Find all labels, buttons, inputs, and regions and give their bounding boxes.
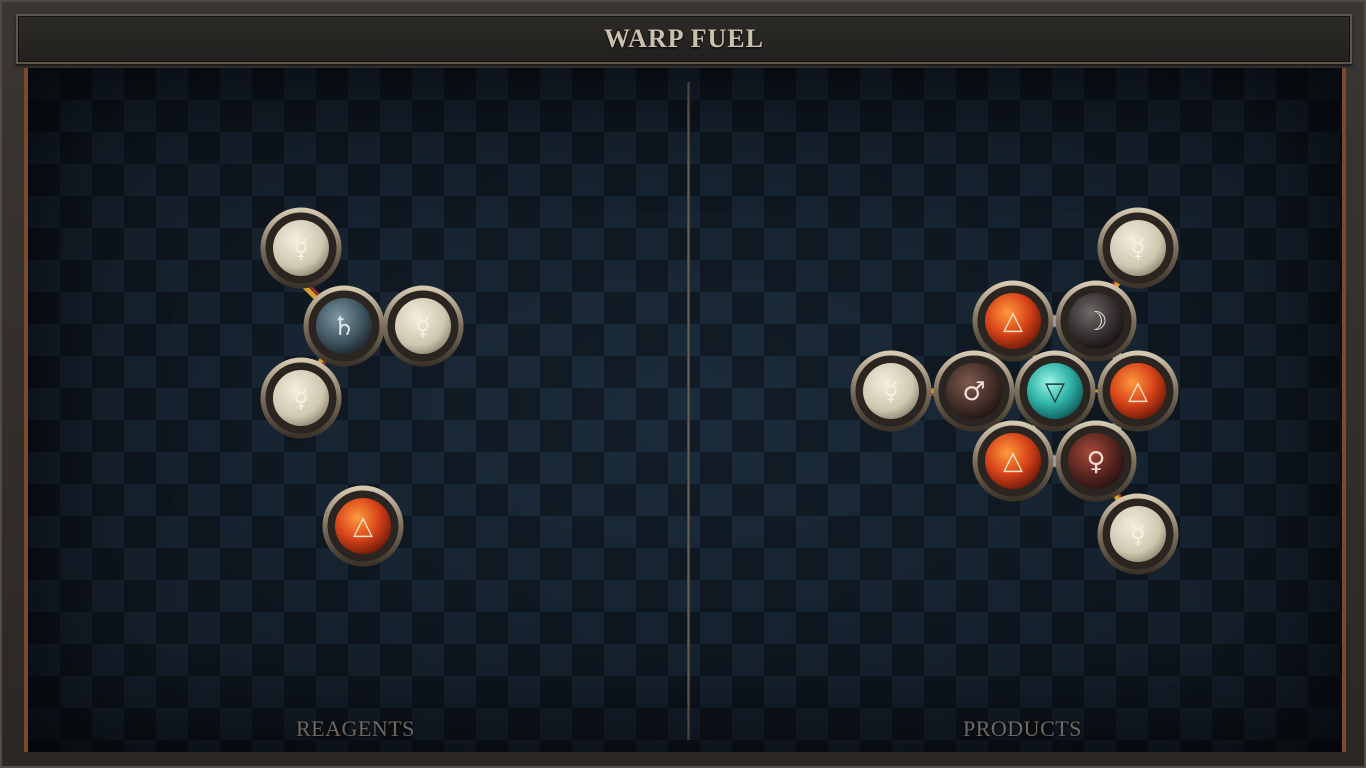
quicksilver-icon: ☿ xyxy=(293,384,309,414)
quicksilver-atom[interactable]: ☿ xyxy=(260,357,342,439)
title-bar: WARP FUEL xyxy=(16,14,1352,64)
reagent-molecule-2[interactable]: △ xyxy=(322,485,404,567)
molecule-canvas: ☿ ♄ ☿ ☿ △ ☿ △ ☽ ☿ ♂ ▽ △ △ ♀ ☿ xyxy=(260,207,1179,575)
fire-atom[interactable]: △ xyxy=(322,485,404,567)
fire-icon: △ xyxy=(1128,376,1148,406)
quicksilver-icon: ☿ xyxy=(883,377,899,407)
fire-atom[interactable]: △ xyxy=(1097,350,1179,432)
puzzle-board: ☿ ♄ ☿ ☿ △ ☿ △ ☽ ☿ ♂ ▽ △ △ ♀ ☿ REAGENTS P… xyxy=(24,68,1346,752)
fire-icon: △ xyxy=(1003,446,1023,476)
fire-atom[interactable]: △ xyxy=(972,280,1054,362)
reagents-label: REAGENTS xyxy=(296,716,415,741)
fire-icon: △ xyxy=(353,511,373,541)
product-molecule-1[interactable]: ☿ △ ☽ ☿ ♂ ▽ △ △ ♀ ☿ xyxy=(850,207,1179,575)
quicksilver-atom[interactable]: ☿ xyxy=(1097,207,1179,289)
moon-icon: ☽ xyxy=(1084,307,1107,337)
iron-atom[interactable]: ♂ xyxy=(933,350,1015,432)
silver-atom[interactable]: ☽ xyxy=(1055,280,1137,362)
copper-atom[interactable]: ♀ xyxy=(1055,420,1137,502)
lead-atom[interactable]: ♄ xyxy=(303,285,385,367)
water-icon: ▽ xyxy=(1045,377,1065,407)
quicksilver-icon: ☿ xyxy=(415,312,431,342)
venus-icon: ♀ xyxy=(1086,447,1105,477)
lead-icon: ♄ xyxy=(332,312,355,342)
quicksilver-atom[interactable]: ☿ xyxy=(850,350,932,432)
fire-atom[interactable]: △ xyxy=(972,420,1054,502)
mars-icon: ♂ xyxy=(962,377,985,407)
quicksilver-icon: ☿ xyxy=(293,234,309,264)
quicksilver-atom[interactable]: ☿ xyxy=(382,285,464,367)
quicksilver-icon: ☿ xyxy=(1130,234,1146,264)
quicksilver-atom[interactable]: ☿ xyxy=(260,207,342,289)
puzzle-title: WARP FUEL xyxy=(604,24,764,53)
game-window: WARP FUEL ☿ ♄ ☿ ☿ △ ☿ △ ☽ ☿ ♂ ▽ △ △ ♀ ☿ … xyxy=(0,0,1366,768)
fire-icon: △ xyxy=(1003,306,1023,336)
products-label: PRODUCTS xyxy=(963,716,1082,741)
quicksilver-atom[interactable]: ☿ xyxy=(1097,493,1179,575)
reagent-molecule-1[interactable]: ☿ ♄ ☿ ☿ xyxy=(260,207,464,439)
water-atom[interactable]: ▽ xyxy=(1014,350,1096,432)
quicksilver-icon: ☿ xyxy=(1130,520,1146,550)
